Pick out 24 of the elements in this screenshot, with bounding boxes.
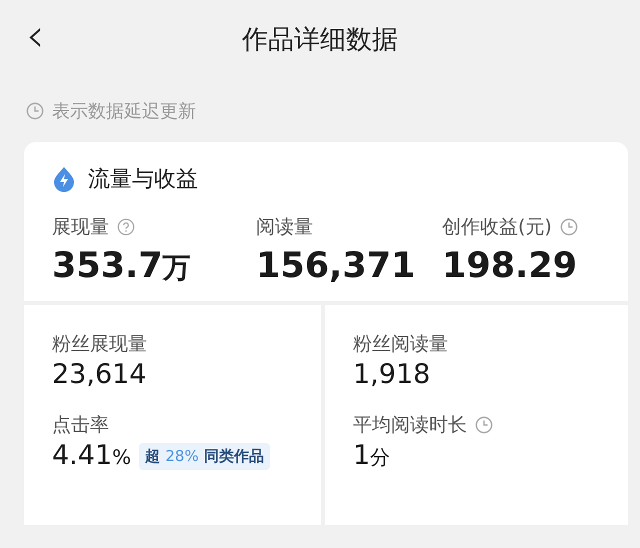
- metric-label: 点击率: [52, 413, 109, 438]
- metric-label: 平均阅读时长: [353, 413, 467, 438]
- metric-value: 1,918: [353, 359, 430, 390]
- metric-label: 创作收益(元): [442, 215, 552, 240]
- page-title: 作品详细数据: [242, 24, 398, 56]
- metric-value: 198.29: [442, 246, 578, 286]
- help-icon[interactable]: [117, 218, 135, 236]
- clock-icon: [560, 218, 578, 236]
- metric-value: 23,614: [52, 359, 146, 390]
- metric-label: 粉丝阅读量: [353, 332, 448, 357]
- section-title: 流量与收益: [88, 166, 198, 194]
- metric-value: 4.41%: [52, 440, 132, 471]
- back-button[interactable]: ‹: [18, 12, 52, 58]
- delay-notice: 表示数据延迟更新: [52, 100, 196, 123]
- metric-value: 1分: [353, 440, 390, 471]
- clock-icon: [26, 102, 44, 120]
- metric-label: 阅读量: [256, 215, 313, 240]
- metric-label: 展现量: [52, 215, 109, 240]
- metric-value: 156,371: [256, 246, 416, 286]
- metric-value: 353.7万: [52, 246, 192, 287]
- clock-icon: [475, 416, 493, 434]
- lightning-icon: [52, 166, 76, 192]
- comparison-badge: 超 28% 同类作品: [139, 443, 270, 470]
- metric-label: 粉丝展现量: [52, 332, 147, 357]
